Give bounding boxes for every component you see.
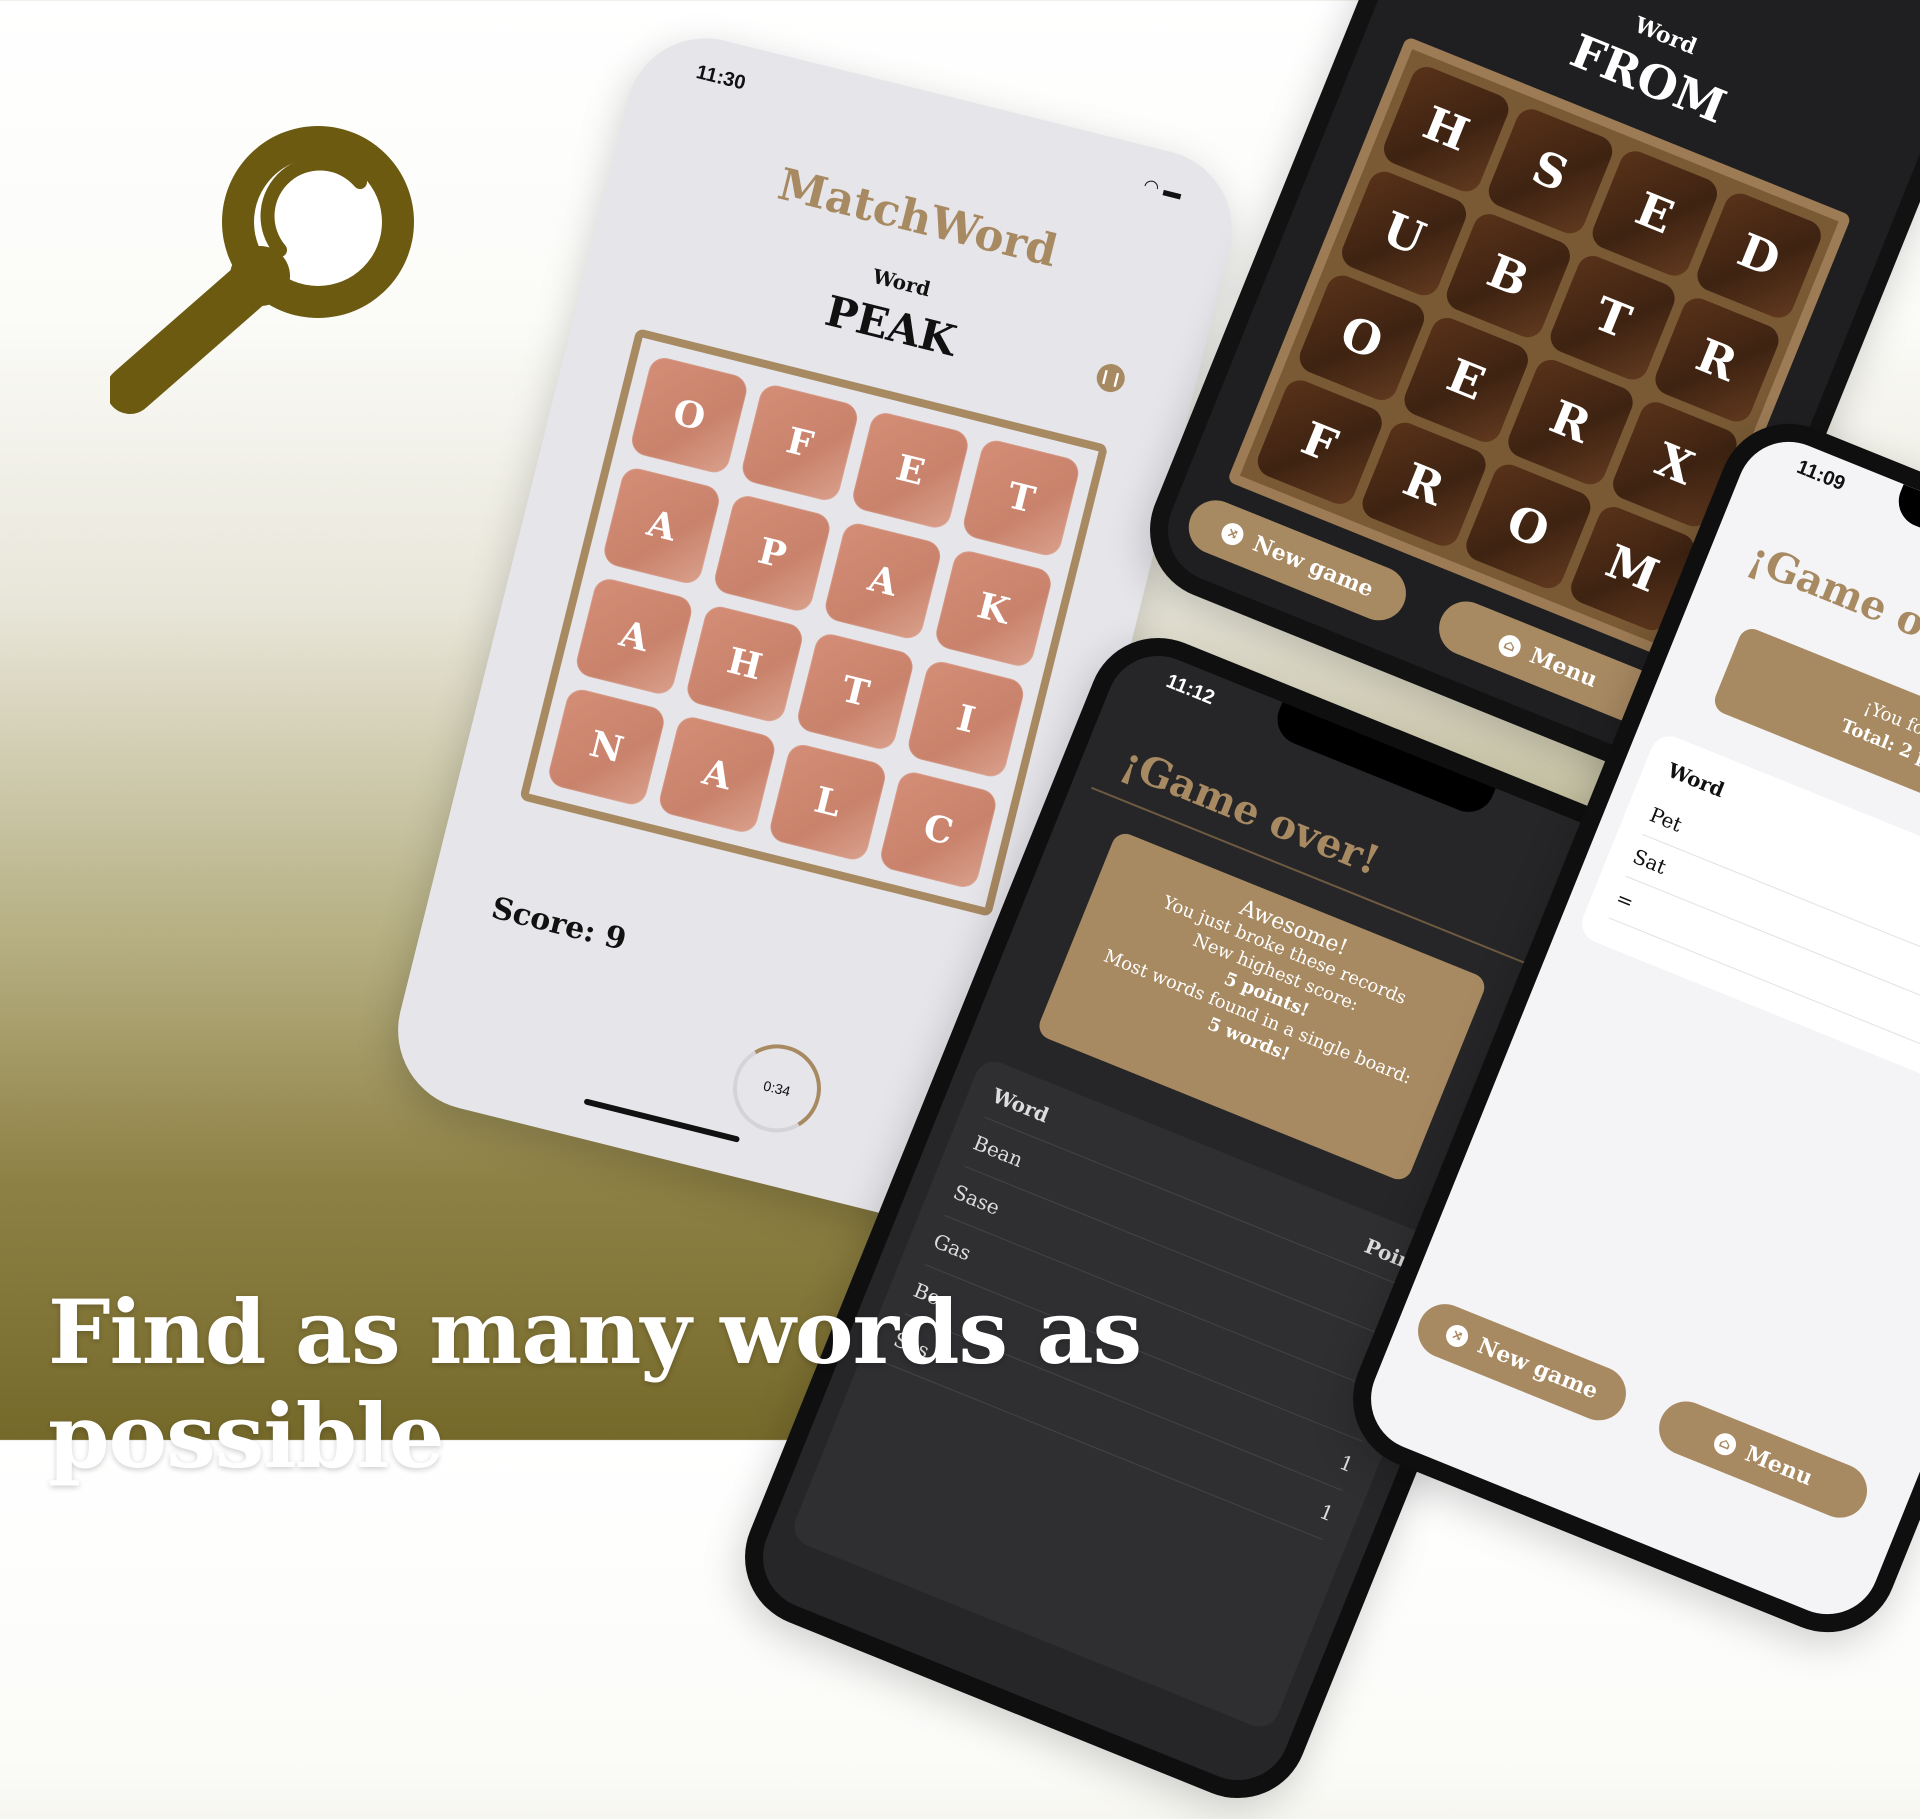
row-word: Sase (949, 1179, 1004, 1220)
results-table: Word Pet Sat = (1576, 730, 1920, 1122)
row-word: Bean (969, 1130, 1027, 1173)
letter-tile[interactable]: A (573, 575, 695, 698)
letter-tile[interactable]: A (822, 520, 944, 642)
timer-text: 0:34 (761, 1077, 793, 1100)
battery-icon: ▬ (1161, 179, 1184, 204)
letter-tile[interactable]: T (960, 437, 1082, 559)
menu-label: Menu (1741, 1440, 1817, 1492)
letter-tile[interactable]: O (628, 354, 750, 476)
letter-tile[interactable]: K (932, 547, 1055, 670)
home-icon: ⌂ (1495, 631, 1524, 661)
score-text: Score: 9 (488, 890, 630, 958)
new-game-label: New game (1249, 530, 1378, 603)
row-points: 1 (1316, 1499, 1338, 1527)
wifi-icon: ◠ (1141, 174, 1162, 198)
letter-tile[interactable]: A (601, 465, 723, 587)
pause-icon: ❙❙ (1097, 367, 1125, 389)
tile-grid: OFETAPAKAHTINALC (545, 354, 1082, 891)
letter-tile[interactable]: T (794, 630, 916, 753)
menu-label: Menu (1525, 642, 1601, 694)
notch (1890, 484, 1920, 602)
magnifier-icon (110, 126, 414, 414)
letter-tile[interactable]: L (767, 741, 889, 863)
letter-tile[interactable]: F (739, 382, 861, 504)
board-frame: OFETAPAKAHTINALC (519, 327, 1109, 918)
letter-tile[interactable]: C (877, 769, 999, 891)
letter-tile[interactable]: N (545, 686, 668, 808)
letter-tile[interactable]: E (849, 409, 972, 531)
notch (1269, 702, 1496, 820)
status-time: 11:30 (693, 61, 748, 95)
new-game-label: New game (1473, 1332, 1602, 1405)
menu-button[interactable]: ⌂ Menu (1650, 1393, 1876, 1526)
notch (939, 96, 949, 130)
col-word: Word (988, 1083, 1053, 1128)
letter-tile[interactable]: P (711, 492, 833, 614)
home-indicator (583, 1098, 741, 1143)
row-word: Gas (930, 1228, 975, 1266)
letter-tile[interactable]: H (684, 603, 806, 725)
status-icons: ◠ ▬ (1141, 174, 1184, 205)
letter-tile[interactable]: D (1692, 188, 1826, 323)
timer-ring: 0:34 (723, 1035, 831, 1142)
status-time: 11:09 (1793, 456, 1849, 496)
letter-tile[interactable]: A (656, 714, 778, 836)
tagline: Find as many words as possible (48, 1280, 1142, 1488)
home-icon: ⌂ (1710, 1429, 1740, 1459)
letter-tile[interactable]: I (905, 658, 1027, 780)
shuffle-icon: ⤨ (1218, 519, 1247, 549)
status-time: 11:12 (1163, 670, 1218, 710)
